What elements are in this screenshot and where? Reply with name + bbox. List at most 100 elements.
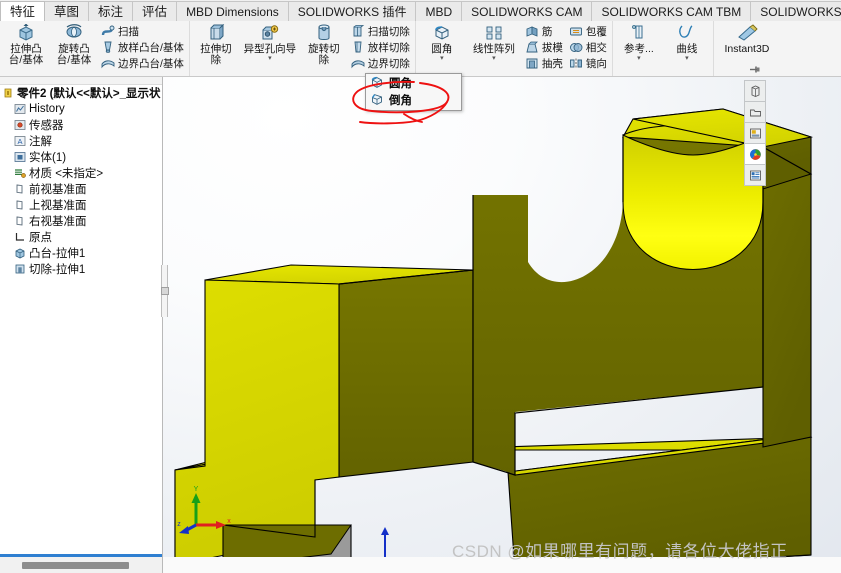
tree-item-annotations[interactable]: A 注解 <box>0 133 162 149</box>
instant3d-icon <box>736 24 758 42</box>
tree-item-material[interactable]: 材质 <未指定> <box>0 165 162 181</box>
wrap-icon <box>569 25 583 38</box>
scene-button[interactable] <box>744 123 766 144</box>
extruded-cut-button[interactable]: 拉伸切 除 <box>192 21 240 73</box>
part-icon <box>2 87 14 99</box>
view-settings-button[interactable] <box>744 165 766 186</box>
tree-item-top-plane-label: 上视基准面 <box>29 200 87 212</box>
curves-chevron-down-icon[interactable]: ▾ <box>685 55 689 62</box>
intersect-icon <box>569 41 583 54</box>
revolved-boss-button[interactable]: 旋转凸 台/基体 <box>50 21 98 73</box>
swept-cut-button[interactable]: 扫描切除 <box>348 23 413 39</box>
origin-icon <box>14 231 26 243</box>
hide-show-button[interactable] <box>744 102 766 123</box>
menu-item-fillet[interactable]: 圆角 <box>366 74 461 91</box>
watermark-text: CSDN @如果哪里有问题，请各位大佬指正 <box>452 542 788 561</box>
display-style-button[interactable] <box>744 80 766 102</box>
extrude-cut-icon <box>206 24 226 42</box>
rib-button[interactable]: 筋 <box>522 23 566 39</box>
hole-wizard-button[interactable]: 异型孔向导 ▾ <box>240 21 300 73</box>
tree-item-history-label: History <box>29 103 65 115</box>
reference-geometry-chevron-down-icon[interactable]: ▾ <box>637 55 641 62</box>
fillet-button[interactable]: 圆角 ▾ <box>418 21 466 73</box>
svg-text:A: A <box>17 137 22 146</box>
splitter-grip[interactable] <box>161 287 169 295</box>
tree-item-origin-label: 原点 <box>29 232 52 244</box>
revolved-cut-button[interactable]: 旋转切 除 <box>300 21 348 73</box>
tree-item-part-root[interactable]: 零件2 (默认<<默认>_显示状 <box>0 85 162 101</box>
solidworks-window: 特征 草图 标注 评估 MBD Dimensions SOLIDWORKS 插件… <box>0 0 841 573</box>
revolve-boss-icon <box>64 24 84 42</box>
tree-item-solid-bodies-label: 实体(1) <box>29 152 67 164</box>
boundary-cut-button[interactable]: 边界切除 <box>348 55 413 71</box>
ribbon-group-boss: 拉伸凸 台/基体 旋转凸 台/基体 扫描 放样凸台/基体 边界凸台/基体 <box>0 21 190 76</box>
menu-item-chamfer[interactable]: 倒角 <box>366 91 461 108</box>
lofted-cut-button[interactable]: 放样切除 <box>348 39 413 55</box>
boundary-boss-icon <box>101 57 115 70</box>
lofted-cut-label: 放样切除 <box>367 41 410 54</box>
shell-button[interactable]: 抽壳 <box>522 55 566 71</box>
fillet-chevron-down-icon[interactable]: ▾ <box>440 55 444 62</box>
tree-horizontal-scrollbar[interactable] <box>22 562 129 569</box>
boss-small-commands: 扫描 放样凸台/基体 边界凸台/基体 <box>98 21 187 75</box>
tab-solidworks-inspection[interactable]: SOLIDWORKS Inspection <box>751 1 841 21</box>
tree-item-front-plane[interactable]: 前视基准面 <box>0 181 162 197</box>
panel-pin-button[interactable] <box>744 60 764 78</box>
panel-splitter-handle[interactable] <box>155 265 171 317</box>
appearance-button[interactable] <box>744 144 766 165</box>
lofted-boss-button[interactable]: 放样凸台/基体 <box>98 39 187 55</box>
intersect-button[interactable]: 相交 <box>566 39 610 55</box>
boundary-boss-label: 边界凸台/基体 <box>118 57 184 70</box>
tree-item-history[interactable]: History <box>0 101 162 117</box>
linear-pattern-chevron-down-icon[interactable]: ▾ <box>492 55 496 62</box>
extrude-boss-icon <box>16 24 36 42</box>
solid-bodies-icon <box>14 151 26 163</box>
plane-icon <box>14 215 26 227</box>
ribbon-group-cut: 拉伸切 除 异型孔向导 ▾ 旋转切 除 扫描切除 放样切除 边界切除 <box>190 21 416 76</box>
tab-markup[interactable]: 标注 <box>89 1 134 21</box>
draft-button[interactable]: 拔模 <box>522 39 566 55</box>
tree-item-right-plane[interactable]: 右视基准面 <box>0 213 162 229</box>
tree-item-top-plane[interactable]: 上视基准面 <box>0 197 162 213</box>
tab-evaluate[interactable]: 评估 <box>133 1 178 21</box>
tab-mbd-dimensions[interactable]: MBD Dimensions <box>177 1 289 21</box>
history-icon <box>14 103 26 115</box>
tab-solidworks-cam-tbm[interactable]: SOLIDWORKS CAM TBM <box>592 1 752 21</box>
extruded-boss-button[interactable]: 拉伸凸 台/基体 <box>2 21 50 73</box>
swept-boss-button[interactable]: 扫描 <box>98 23 187 39</box>
graphics-viewport[interactable]: Y x z <box>163 77 841 573</box>
swept-cut-icon <box>351 24 365 38</box>
model-3d-view[interactable] <box>163 77 841 573</box>
tree-item-origin[interactable]: 原点 <box>0 229 162 245</box>
wrap-button[interactable]: 包覆 <box>566 23 610 39</box>
hole-wizard-icon <box>260 24 280 42</box>
curves-button[interactable]: 曲线 ▾ <box>663 21 711 73</box>
tree-item-boss-extrude1[interactable]: 凸台-拉伸1 <box>0 245 162 261</box>
fillet-chamfer-dropdown-menu[interactable]: 圆角 倒角 <box>365 73 462 111</box>
tree-item-boss-extrude1-label: 凸台-拉伸1 <box>29 248 86 260</box>
hide-show-icon <box>749 106 762 119</box>
tab-solidworks-addins[interactable]: SOLIDWORKS 插件 <box>288 1 417 21</box>
lofted-cut-icon <box>351 41 365 54</box>
reference-geometry-button[interactable]: 参考... ▾ <box>615 21 663 73</box>
draft-icon <box>525 41 539 54</box>
tree-item-sensors[interactable]: 传感器 <box>0 117 162 133</box>
linear-pattern-button[interactable]: 线性阵列 ▾ <box>466 21 522 73</box>
instant3d-label: Instant3D <box>724 43 770 55</box>
mirror-button[interactable]: 镜向 <box>566 55 610 71</box>
mirror-icon <box>569 57 583 70</box>
tree-item-annotations-label: 注解 <box>29 136 52 148</box>
tab-features[interactable]: 特征 <box>0 1 46 21</box>
tab-sketch[interactable]: 草图 <box>45 1 90 21</box>
feature-manager-tree[interactable]: 零件2 (默认<<默认>_显示状 History 传感器 A 注解 实体(1) … <box>0 77 163 557</box>
annotations-icon: A <box>14 135 26 147</box>
tree-item-solid-bodies[interactable]: 实体(1) <box>0 149 162 165</box>
tab-mbd[interactable]: MBD <box>416 1 463 21</box>
tab-solidworks-cam[interactable]: SOLIDWORKS CAM <box>462 1 593 21</box>
cut-extrude-icon <box>14 263 26 275</box>
hole-wizard-chevron-down-icon[interactable]: ▾ <box>268 55 272 62</box>
ribbon-group-reference: 参考... ▾ 曲线 ▾ <box>613 21 714 76</box>
boundary-boss-button[interactable]: 边界凸台/基体 <box>98 55 187 71</box>
tree-item-cut-extrude1[interactable]: 切除-拉伸1 <box>0 261 162 277</box>
tree-item-front-plane-label: 前视基准面 <box>29 184 87 196</box>
